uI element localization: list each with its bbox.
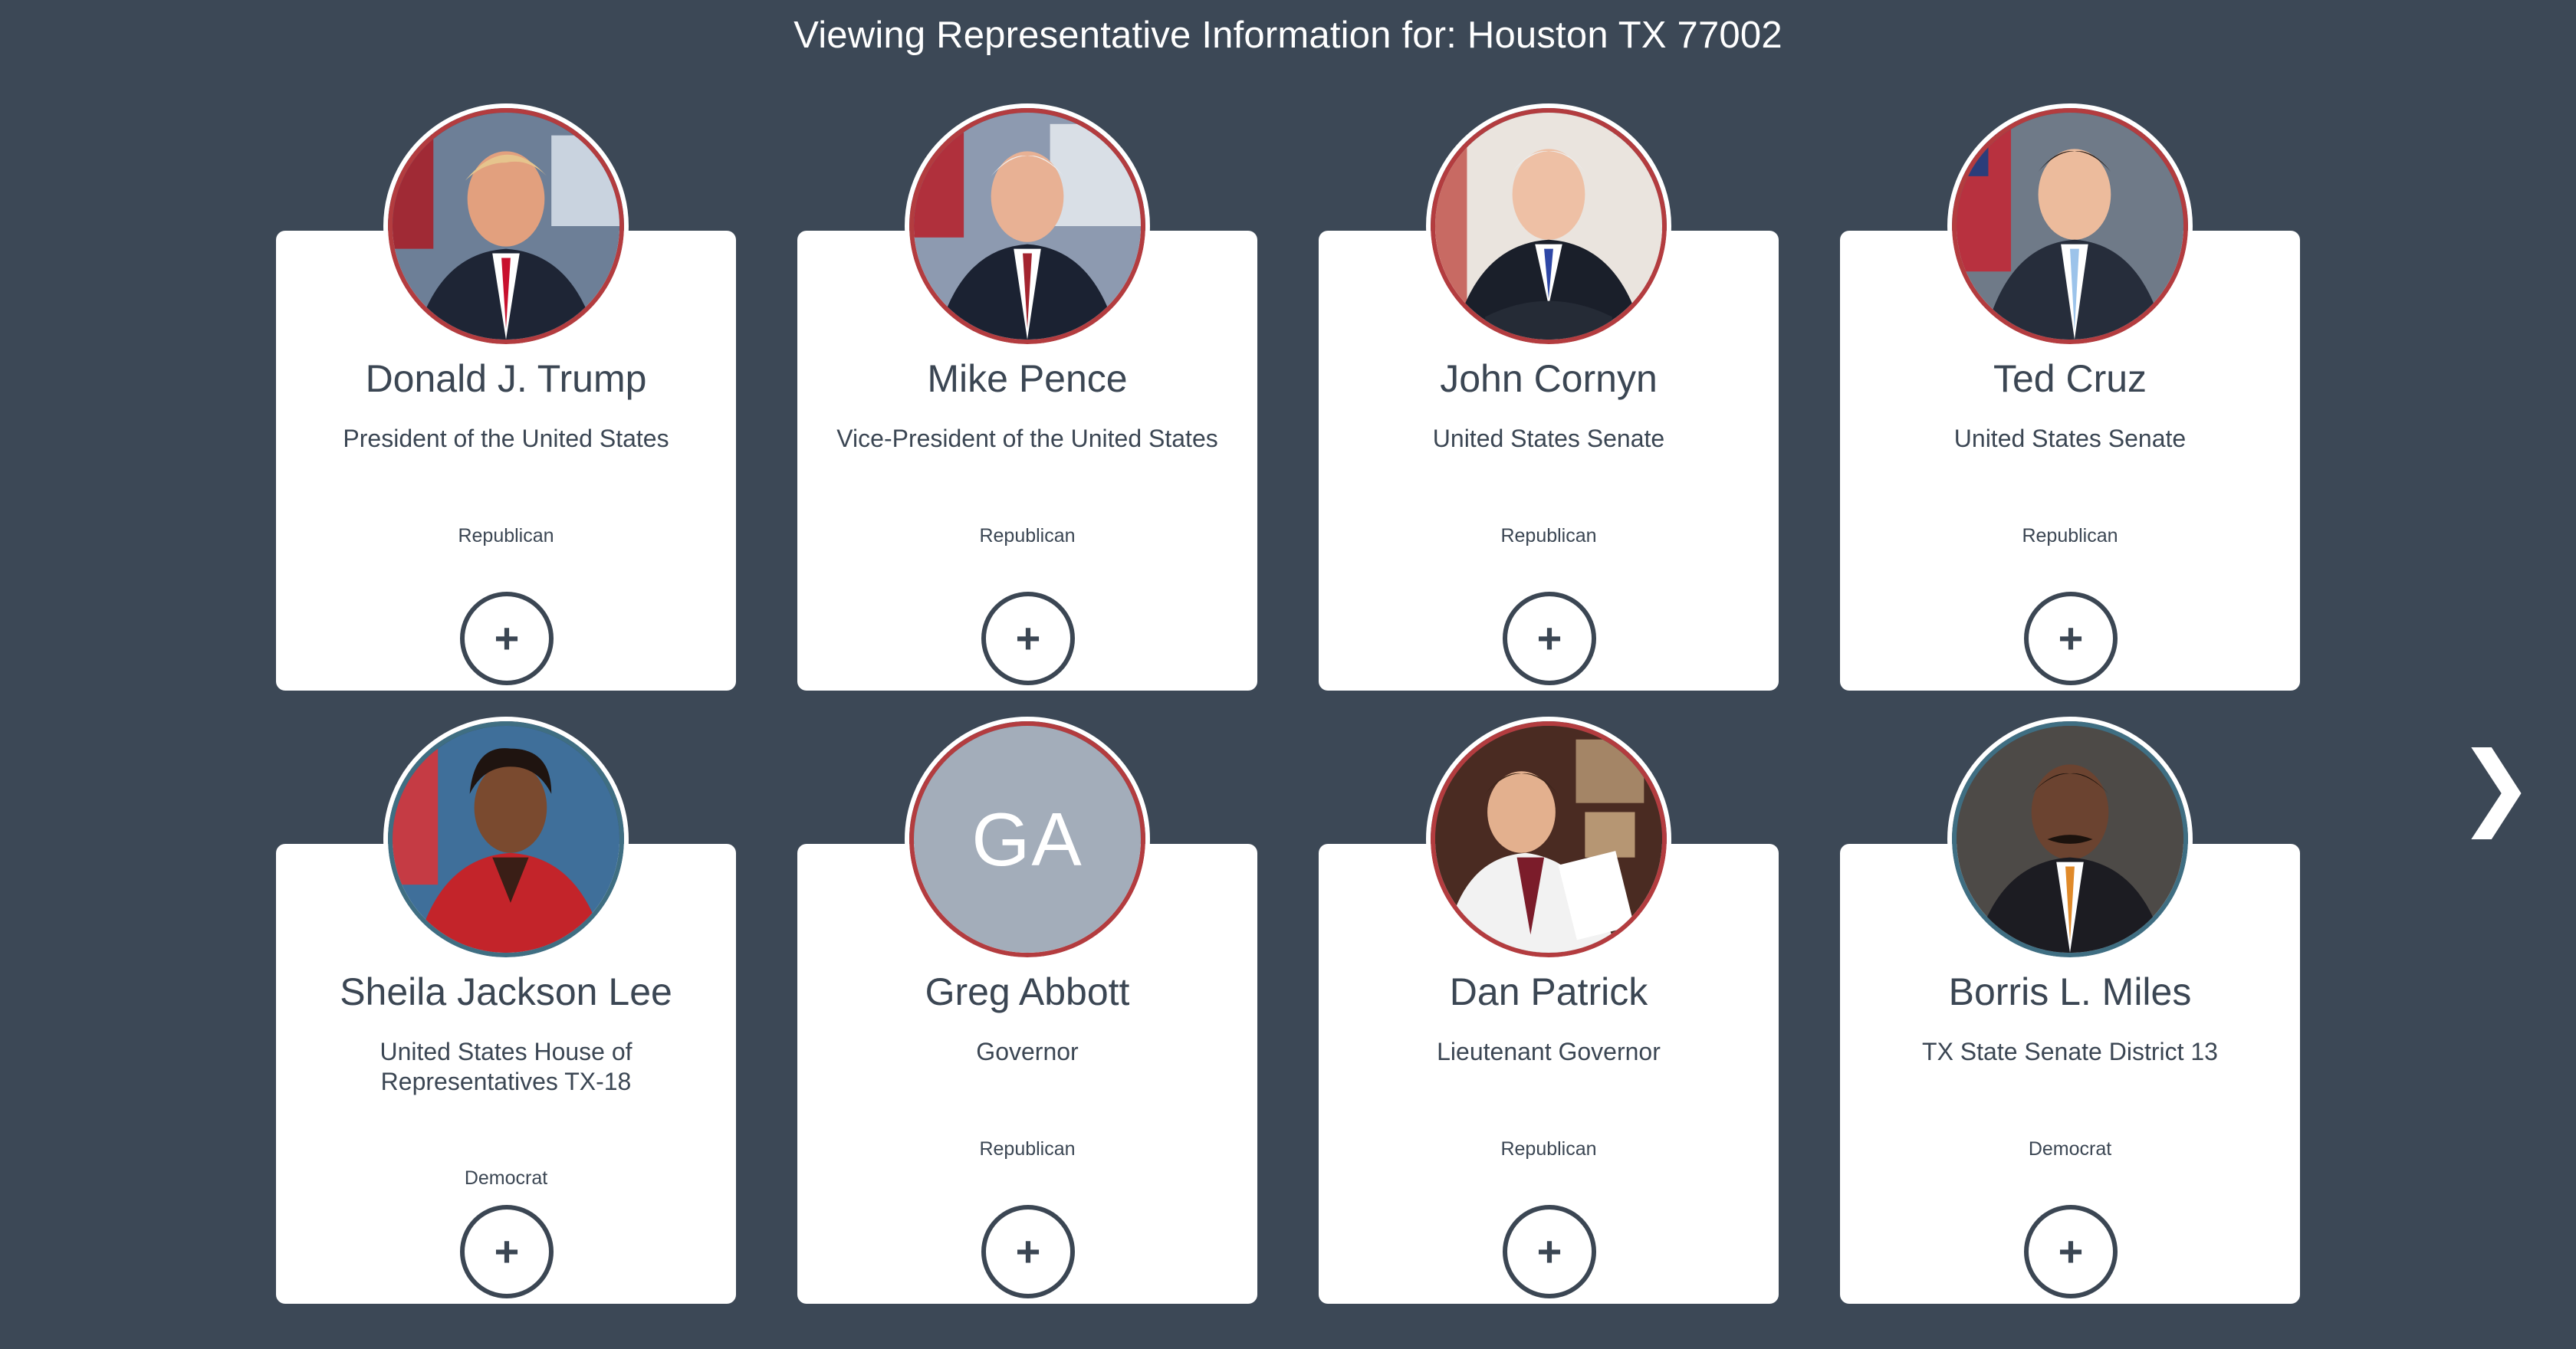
representative-card: GA Greg Abbott Governor Republican + [797, 717, 1257, 1311]
avatar [905, 103, 1150, 349]
representative-name: Borris L. Miles [1948, 970, 2192, 1013]
add-representative-button[interactable]: + [981, 1205, 1075, 1298]
representative-office: United States House of Representatives T… [380, 1038, 632, 1095]
avatar: GA [905, 717, 1150, 962]
portrait-photo [1435, 726, 1662, 953]
representative-name: Greg Abbott [925, 970, 1130, 1013]
representative-name: Mike Pence [927, 357, 1128, 400]
representative-party: Republican [2022, 525, 2118, 546]
representative-party: Republican [979, 1138, 1076, 1160]
avatar [1426, 103, 1671, 349]
avatar [1947, 103, 2193, 349]
representative-party: Democrat [2028, 1138, 2112, 1160]
representative-office: United States Senate [1432, 425, 1665, 452]
representative-office: TX State Senate District 13 [1922, 1038, 2218, 1065]
representative-party: Republican [979, 525, 1076, 546]
avatar [383, 717, 629, 962]
add-representative-button[interactable]: + [460, 1205, 554, 1298]
portrait-photo [393, 113, 619, 340]
add-representative-button[interactable]: + [460, 592, 554, 685]
representative-name: John Cornyn [1440, 357, 1658, 400]
representative-card: Borris L. Miles TX State Senate District… [1840, 717, 2300, 1311]
representative-party: Republican [1500, 1138, 1597, 1160]
portrait-photo [1957, 113, 2183, 340]
add-representative-button[interactable]: + [2024, 1205, 2118, 1298]
representative-card: Donald J. Trump President of the United … [276, 103, 736, 697]
representative-card: Ted Cruz United States Senate Republican… [1840, 103, 2300, 697]
representative-card: John Cornyn United States Senate Republi… [1319, 103, 1779, 697]
portrait-photo [1435, 113, 1662, 340]
representatives-grid: Donald J. Trump President of the United … [276, 103, 2300, 1330]
representative-party: Democrat [464, 1167, 548, 1189]
portrait-photo [1957, 726, 2183, 953]
representative-card: Sheila Jackson Lee United States House o… [276, 717, 736, 1311]
add-representative-button[interactable]: + [1503, 592, 1596, 685]
representative-party: Republican [1500, 525, 1597, 546]
representative-name: Donald J. Trump [365, 357, 647, 400]
avatar [1426, 717, 1671, 962]
representative-office: President of the United States [343, 425, 669, 452]
add-representative-button[interactable]: + [1503, 1205, 1596, 1298]
avatar-initials: GA [914, 726, 1141, 953]
representative-card: Mike Pence Vice-President of the United … [797, 103, 1257, 697]
representative-party: Republican [458, 525, 554, 546]
portrait-photo [914, 113, 1141, 340]
representative-name: Sheila Jackson Lee [340, 970, 672, 1013]
representative-office: Governor [976, 1038, 1079, 1065]
representative-card: Dan Patrick Lieutenant Governor Republic… [1319, 717, 1779, 1311]
representative-office: Lieutenant Governor [1437, 1038, 1661, 1065]
chevron-right-icon[interactable]: ❯ [2457, 736, 2535, 835]
avatar [1947, 717, 2193, 962]
portrait-photo [393, 726, 619, 953]
representative-office: Vice-President of the United States [836, 425, 1218, 452]
representative-name: Dan Patrick [1449, 970, 1648, 1013]
representative-office: United States Senate [1953, 425, 2187, 452]
page-title: Viewing Representative Information for: … [794, 15, 1783, 56]
representative-name: Ted Cruz [1993, 357, 2147, 400]
add-representative-button[interactable]: + [981, 592, 1075, 685]
add-representative-button[interactable]: + [2024, 592, 2118, 685]
avatar [383, 103, 629, 349]
